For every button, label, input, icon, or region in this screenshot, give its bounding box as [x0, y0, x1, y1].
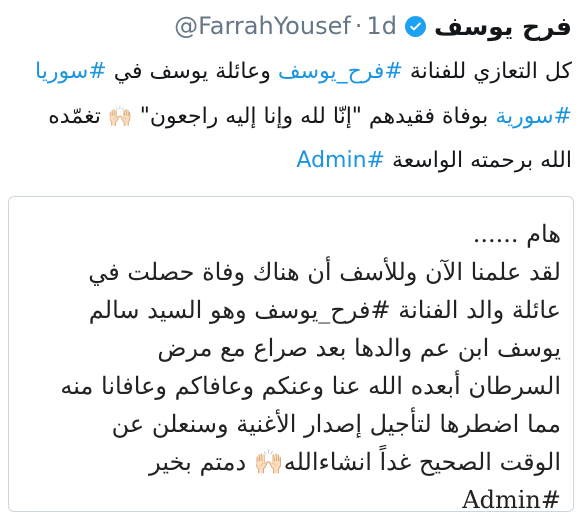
image-text-block: هام ...... لقد علمنا الآن وللأسف أن هناك…	[21, 215, 561, 512]
verified-badge-icon	[404, 15, 426, 37]
hashtag-link[interactable]: #سورية	[495, 104, 572, 129]
image-text-line: عائلة والد الفنانة #فرح_يوسف وهو السيد س…	[88, 296, 561, 324]
image-text-line: لقد علمنا الآن وللأسف أن هناك وفاة حصلت …	[88, 258, 561, 286]
tweet-text-segment: بوفاة فقيدهم "إنّا لله وإنا إليه راجعون"	[132, 104, 496, 129]
image-text-line: السرطان أبعده الله عنا وعنكم وعافاكم وعا…	[60, 372, 561, 400]
tweet-text: كل التعازي للفنانة #فرح_يوسف وعائلة يوسف…	[10, 50, 572, 183]
tweet-text-segment: وعائلة يوسف في	[106, 59, 278, 84]
image-text-line: #Admin	[462, 486, 561, 512]
tweet-text-segment: كل التعازي للفنانة	[402, 59, 572, 84]
hashtag-link[interactable]: #Admin	[296, 148, 385, 173]
image-text-line: مما اضطرها لتأجيل إصدار الأغنية وسنعلن ع…	[111, 410, 561, 438]
attached-image[interactable]: هام ...... لقد علمنا الآن وللأسف أن هناك…	[8, 196, 574, 512]
hashtag-link[interactable]: #سوريا	[35, 59, 107, 84]
handle-and-time: @FarrahYousef · 1d	[174, 12, 397, 40]
raised-hands-emoji: 🙌🏻	[107, 104, 133, 128]
image-text-line: هام ......	[472, 220, 561, 248]
author-name[interactable]: فرح يوسف	[434, 12, 572, 41]
image-text-line: يوسف ابن عم والدها بعد صراع مع مرض	[157, 334, 561, 362]
hashtag-link[interactable]: #فرح_يوسف	[278, 59, 403, 84]
image-text-line: الوقت الصحيح غداً انشاءالله🙌🏻 دمتم بخير	[149, 448, 561, 476]
tweet-header: فرح يوسف @FarrahYousef · 1d	[10, 8, 572, 44]
separator-dot: ·	[354, 12, 363, 40]
author-handle[interactable]: @FarrahYousef	[174, 12, 351, 40]
tweet-timestamp[interactable]: 1d	[366, 12, 397, 40]
